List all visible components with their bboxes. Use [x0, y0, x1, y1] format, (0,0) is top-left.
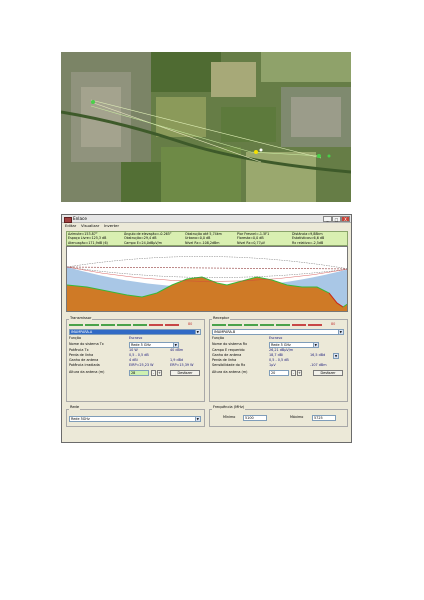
transmitter-altura-input[interactable]: 28 [129, 370, 149, 376]
receiver-altura-input[interactable]: 20 [269, 370, 289, 376]
transmitter-level-value: 80 [188, 322, 193, 326]
transmitter-altura-decrement[interactable]: - [151, 370, 156, 376]
transmitter-altura-label: Altura da antena (m) [69, 370, 105, 374]
enlace-window: Enlace _ □ X Editar Visualizar Inverter … [61, 214, 352, 443]
receiver-sens-label: Sensibilidade do Rx [212, 363, 246, 367]
info-nivel-rx-uv: Nível Rx=0,77µV [237, 240, 266, 245]
transmitter-funcao-value: Escravo [129, 336, 143, 340]
receiver-station-select[interactable]: IMAMPARA-B ▼ [212, 329, 344, 335]
info-nivel-rx-dbm: Nível Rx=-108,2dBm [185, 240, 220, 245]
satellite-map[interactable] [61, 52, 351, 202]
info-atenuacao: Atenuação=171,9dB (6) [68, 240, 108, 245]
receiver-system-select[interactable]: Rede 5 GHz ▼ [269, 342, 319, 348]
window-title: Enlace [73, 215, 87, 221]
chevron-down-icon[interactable]: ▼ [194, 330, 200, 334]
chevron-down-icon[interactable]: ▼ [194, 417, 200, 421]
frequencia-min-input[interactable]: 5100 [243, 415, 267, 421]
frequencia-min-label: Mínimo [223, 415, 236, 419]
title-bar[interactable]: Enlace _ □ X [62, 215, 351, 223]
menu-inverter[interactable]: Inverter [104, 223, 119, 228]
terrain-profile [66, 246, 348, 312]
transmitter-station-value: IMAMPARÁ-A [71, 330, 93, 334]
satellite-map-image [61, 52, 351, 202]
receiver-altura-increment[interactable]: + [297, 370, 302, 376]
info-rx-relativo: Rx relativo=-2,5dB [292, 240, 324, 245]
receiver-sens-uv: 1µV [269, 363, 276, 367]
transmitter-system-select[interactable]: Rede 5 GHz ▼ [129, 342, 179, 348]
transmitter-station-select[interactable]: IMAMPARÁ-A ▼ [69, 329, 201, 335]
close-button[interactable]: X [341, 216, 350, 222]
chevron-down-icon[interactable]: ▼ [172, 343, 178, 347]
transmitter-irradiada-label: Potência irradiada [69, 363, 100, 367]
receiver-level-value: 80 [331, 322, 336, 326]
receiver-sens-dbm: -107 dBm [310, 363, 327, 367]
frequencia-max-label: Máximo [290, 415, 304, 419]
transmitter-erp: ERP=15,39 W [170, 363, 194, 367]
chevron-down-icon[interactable]: ▼ [337, 330, 343, 334]
transmitter-system-value: Rede 5 GHz [131, 343, 151, 347]
transmitter-eirp: EIRP=25,23 W [129, 363, 154, 367]
minimize-button[interactable]: _ [323, 216, 332, 222]
transmitter-funcao-label: Função [69, 336, 82, 340]
chevron-down-icon[interactable]: ▼ [334, 354, 338, 358]
receiver-group-label: Receptor [212, 316, 231, 321]
menu-bar: Editar Visualizar Inverter [62, 223, 351, 229]
maximize-button[interactable]: □ [332, 216, 341, 222]
frequencia-label: Frequência (MHz) [212, 405, 246, 410]
info-campo-e: Campo E=24,0dBµV/m [124, 240, 162, 245]
receiver-desfazer-button[interactable]: Desfazer [313, 369, 343, 376]
transmitter-desfazer-button[interactable]: Desfazer [170, 369, 200, 376]
rede-value: Rede 5GHz [71, 417, 90, 421]
transmitter-altura-increment[interactable]: + [157, 370, 162, 376]
receiver-ganho-dbd: 16,5 dBd [310, 353, 326, 357]
menu-editar[interactable]: Editar [65, 223, 76, 228]
chevron-down-icon[interactable]: ▼ [312, 343, 318, 347]
receiver-funcao-label: Função [212, 336, 225, 340]
transmitter-group-label: Transmissor [69, 316, 93, 321]
receiver-funcao-value: Escravo [269, 336, 283, 340]
transmitter-panel: Transmissor 80 IMAMPARÁ-A ▼ Função Escra… [66, 316, 205, 402]
receiver-station-value: IMAMPARA-B [214, 330, 236, 334]
link-info-panel: Azimute=153.87° Ângulo de elevação=-0.26… [66, 231, 348, 246]
receiver-altura-label: Altura da antena (m) [212, 370, 248, 374]
receiver-antenna-select[interactable]: ▼ [333, 353, 339, 359]
menu-visualizar[interactable]: Visualizar [81, 223, 99, 228]
receiver-altura-decrement[interactable]: - [291, 370, 296, 376]
receiver-panel: Receptor 80 IMAMPARA-B ▼ Função Escravo … [209, 316, 348, 402]
receiver-system-label: Nome do sistema Rx [212, 342, 248, 346]
rede-select[interactable]: Rede 5GHz ▼ [69, 416, 201, 422]
rede-label: Rede [69, 405, 81, 410]
transmitter-system-label: Nome do sistema Tx [69, 342, 104, 346]
transmitter-potencia-dbm: 40 dBm [170, 348, 184, 352]
terrain-profile-graphic [67, 247, 347, 311]
frequencia-max-input[interactable]: 5725 [312, 415, 336, 421]
receiver-system-value: Rede 5 GHz [271, 343, 291, 347]
